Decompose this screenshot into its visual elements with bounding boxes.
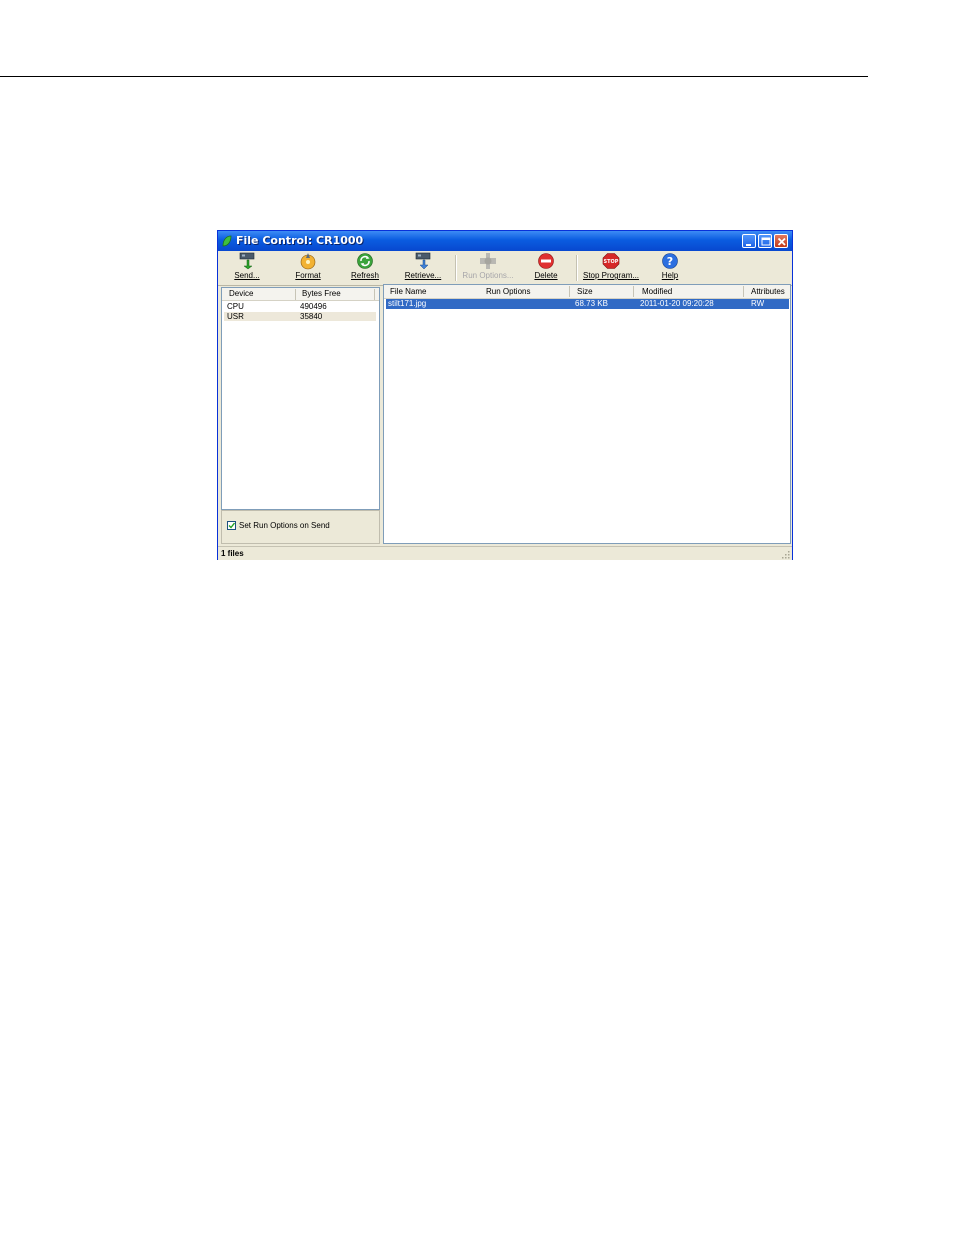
file-size: 68.73 KB <box>575 299 608 308</box>
close-button[interactable] <box>774 234 788 248</box>
column-divider[interactable] <box>569 286 570 297</box>
format-icon <box>300 253 316 270</box>
send-button[interactable]: Send... <box>232 252 262 283</box>
stop-program-button[interactable]: STOP Stop Program... <box>583 252 639 283</box>
retrieve-icon <box>415 252 431 270</box>
column-header-bytes-free[interactable]: Bytes Free <box>302 289 341 298</box>
column-header-file-name[interactable]: File Name <box>390 287 426 296</box>
delete-button[interactable]: Delete <box>531 252 561 283</box>
page-header-rule <box>0 76 868 77</box>
stop-program-label: Stop Program... <box>583 271 640 280</box>
column-divider[interactable] <box>374 289 375 300</box>
svg-text:STOP: STOP <box>604 259 619 265</box>
maximize-icon <box>761 237 771 246</box>
device-bytes-free: 490496 <box>300 302 327 311</box>
file-attributes: RW <box>751 299 765 308</box>
run-options-label: Run Options... <box>462 271 514 280</box>
send-icon <box>239 252 255 270</box>
leaf-app-icon <box>222 235 232 247</box>
close-icon <box>777 237 786 246</box>
device-row-usr[interactable]: USR 35840 <box>224 312 376 321</box>
device-list[interactable]: Device Bytes Free CPU 490496 USR 35840 <box>221 287 380 510</box>
retrieve-label: Retrieve... <box>404 271 442 280</box>
refresh-label: Refresh <box>350 271 379 280</box>
stop-sign-icon: STOP <box>602 253 620 269</box>
status-bar: 1 files <box>218 546 792 560</box>
send-label: Send... <box>234 271 260 280</box>
run-options-button[interactable]: Run Options... <box>462 252 514 283</box>
file-list-header: File Name Run Options Size Modified Attr… <box>384 285 790 299</box>
refresh-button[interactable]: Refresh <box>350 252 380 283</box>
window-title: File Control: CR1000 <box>236 234 364 247</box>
file-modified: 2011-01-20 09:20:28 <box>640 299 714 308</box>
retrieve-button[interactable]: Retrieve... <box>404 252 442 283</box>
delete-icon <box>538 253 554 269</box>
device-name: CPU <box>227 302 244 311</box>
column-header-size[interactable]: Size <box>577 287 593 296</box>
title-bar[interactable]: File Control: CR1000 <box>218 231 792 251</box>
column-header-run-options[interactable]: Run Options <box>486 287 530 296</box>
toolbar: Send... Format Refresh Retrieve... Run O… <box>218 251 792 286</box>
set-run-options-checkbox[interactable] <box>227 521 236 530</box>
delete-label: Delete <box>534 271 558 280</box>
format-button[interactable]: Format <box>293 252 323 283</box>
toolbar-separator <box>576 255 578 281</box>
run-options-icon <box>480 253 496 269</box>
minimize-icon <box>746 244 751 246</box>
file-control-window: File Control: CR1000 Send... Format Refr… <box>217 230 793 560</box>
device-bytes-free: 35840 <box>300 312 323 321</box>
refresh-icon <box>357 253 373 269</box>
help-button[interactable]: ? Help <box>655 252 685 283</box>
minimize-button[interactable] <box>742 234 756 248</box>
status-file-count: 1 files <box>221 549 244 558</box>
column-header-attributes[interactable]: Attributes <box>751 287 785 296</box>
column-header-modified[interactable]: Modified <box>642 287 672 296</box>
toolbar-separator <box>455 255 457 281</box>
maximize-button[interactable] <box>758 234 772 248</box>
file-list[interactable]: File Name Run Options Size Modified Attr… <box>383 284 791 544</box>
column-divider[interactable] <box>633 286 634 297</box>
column-divider[interactable] <box>295 289 296 300</box>
file-row-selected[interactable]: stilt171.jpg 68.73 KB 2011-01-20 09:20:2… <box>386 299 789 309</box>
column-divider[interactable] <box>743 286 744 297</box>
help-label: Help <box>661 271 679 280</box>
resize-grip-icon[interactable] <box>780 549 790 559</box>
file-name: stilt171.jpg <box>388 299 427 308</box>
column-header-device[interactable]: Device <box>229 289 253 298</box>
device-list-header: Device Bytes Free <box>222 288 379 301</box>
send-options-panel: Set Run Options on Send <box>221 510 380 544</box>
help-icon: ? <box>662 253 678 269</box>
format-label: Format <box>295 271 321 280</box>
device-name: USR <box>227 312 244 321</box>
set-run-options-label[interactable]: Set Run Options on Send <box>239 521 330 530</box>
svg-text:?: ? <box>667 255 673 268</box>
checkmark-icon <box>228 522 235 529</box>
device-row-cpu[interactable]: CPU 490496 <box>224 302 376 311</box>
